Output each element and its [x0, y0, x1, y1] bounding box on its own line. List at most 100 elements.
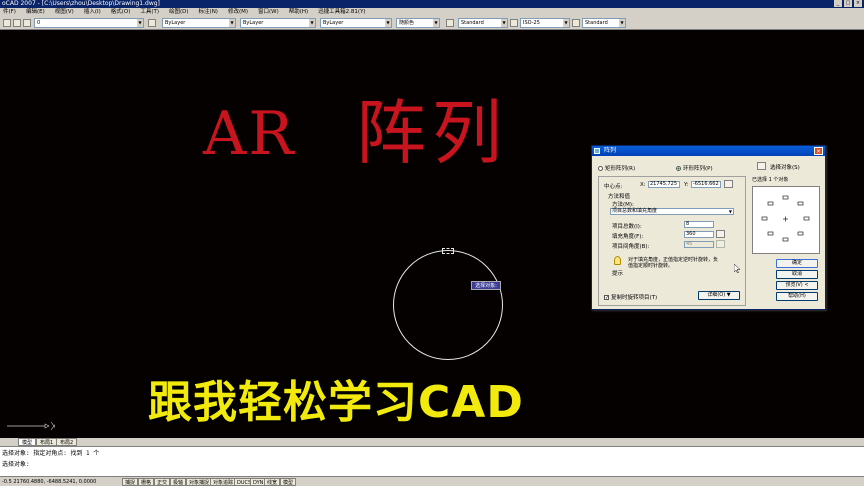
fill-angle-field[interactable]: 360 — [684, 231, 714, 238]
heading-array: 阵列 — [356, 92, 508, 174]
polar-array-radio[interactable]: 环形阵列(P) — [676, 164, 713, 172]
chevron-down-icon: ▼ — [137, 19, 143, 27]
select-objects-icon[interactable] — [757, 162, 766, 170]
pick-between-angle-icon — [716, 240, 725, 248]
chevron-down-icon: ▼ — [229, 19, 235, 27]
model-toggle[interactable]: 模型 — [280, 478, 297, 486]
polar-toggle[interactable]: 极轴 — [170, 478, 187, 486]
tab-layout1[interactable]: 布局1 — [36, 438, 58, 446]
menu-view[interactable]: 视图(V) — [52, 8, 81, 16]
menu-window[interactable]: 窗口(W) — [255, 8, 286, 16]
rect-array-label: 矩形阵列(R) — [605, 166, 636, 172]
center-x-field[interactable]: 21745.725 — [648, 181, 680, 188]
radio-icon — [598, 166, 603, 171]
chevron-down-icon: ▼ — [563, 19, 569, 27]
command-history-line: 选择对象: 指定对角点: 找到 1 个 — [2, 450, 100, 457]
help-button[interactable]: 帮助(H) — [776, 292, 818, 301]
menu-draw[interactable]: 绘图(D) — [166, 8, 196, 16]
selected-object-grip[interactable] — [442, 248, 454, 254]
layer-previous-icon[interactable] — [148, 19, 156, 27]
table-style-icon[interactable] — [572, 19, 580, 27]
fill-angle-label: 填充角度(F): — [612, 234, 644, 240]
menu-dimension[interactable]: 标注(N) — [196, 8, 225, 16]
ucs-icon — [7, 421, 55, 431]
menu-tools[interactable]: 工具(T) — [137, 8, 166, 16]
cursor-tooltip: 选择对象: — [471, 281, 501, 290]
items-field[interactable]: 8 — [684, 221, 714, 228]
osnap-toggle[interactable]: 对象捕捉 — [186, 478, 213, 486]
tab-model[interactable]: 模型 — [18, 438, 37, 446]
chevron-down-icon: ▼ — [728, 209, 732, 214]
method-group-label: 方法和值 — [608, 194, 631, 200]
menu-format[interactable]: 格式(O) — [108, 8, 138, 16]
otrack-toggle[interactable]: 对象追踪 — [210, 478, 237, 486]
between-angle-label: 项目间角度(B): — [612, 244, 650, 250]
close-window-button[interactable]: × — [854, 0, 862, 7]
layer-manager-icon[interactable] — [3, 19, 11, 27]
method-value: 项目总数和填充角度 — [612, 208, 658, 214]
dialog-titlebar: 阵列 × — [592, 146, 825, 156]
radio-checked-icon — [676, 166, 681, 171]
rect-array-radio[interactable]: 矩形阵列(R) — [598, 164, 635, 172]
chevron-down-icon: ▼ — [433, 19, 439, 27]
menu-help[interactable]: 帮助(H) — [286, 8, 315, 16]
command-line[interactable]: 选择对象: 指定对角点: 找到 1 个 选择对象: — [0, 446, 864, 476]
menu-bar: 件(F) 编辑(E) 视图(V) 插入(I) 格式(O) 工具(T) 绘图(D)… — [0, 8, 864, 16]
ortho-toggle[interactable]: 正交 — [154, 478, 171, 486]
method-label: 方法(M): — [612, 202, 634, 208]
hint-text-2: 值指定顺时针旋转。 — [628, 263, 674, 269]
menu-insert[interactable]: 插入(I) — [81, 8, 108, 16]
method-select[interactable]: 项目总数和填充角度 ▼ — [610, 208, 734, 215]
textstyle-value: Standard — [461, 20, 484, 26]
drawn-circle[interactable] — [393, 250, 503, 360]
chevron-down-icon: ▼ — [619, 19, 625, 27]
snap-toggle[interactable]: 捕捉 — [122, 478, 139, 486]
layer-select[interactable]: 0 ▼ — [34, 18, 144, 28]
linetype-select[interactable]: ByLayer ▼ — [240, 18, 316, 28]
dialog-title: 阵列 — [604, 147, 617, 154]
menu-edit[interactable]: 编辑(E) — [23, 8, 52, 16]
mouse-cursor-icon — [734, 264, 740, 273]
array-dialog: 阵列 × 矩形阵列(R) 环形阵列(P) 选择对象(S) 已选择 1 个对象 中… — [591, 145, 826, 310]
rotate-items-checkbox[interactable]: ✓ 复制时旋转项目(T) — [604, 293, 657, 301]
menu-modify[interactable]: 修改(M) — [225, 8, 255, 16]
close-icon[interactable]: × — [814, 147, 823, 155]
sun-icon[interactable] — [23, 19, 31, 27]
dimstyle-select[interactable]: ISO-25 ▼ — [520, 18, 570, 28]
preview-button[interactable]: 预览(V) < — [776, 281, 818, 290]
polar-array-label: 环形阵列(P) — [683, 166, 713, 172]
chevron-down-icon: ▼ — [385, 19, 391, 27]
selected-count: 已选择 1 个对象 — [752, 177, 789, 183]
items-label: 项目总数(I): — [612, 224, 642, 230]
lineweight-select[interactable]: ByLayer ▼ — [320, 18, 392, 28]
linetype-value: ByLayer — [243, 20, 264, 26]
status-bar: -0.5 21760.4880, -6488.5241, 0.0000 捕捉 栅… — [0, 476, 864, 486]
color-select[interactable]: ByLayer ▼ — [162, 18, 236, 28]
maximize-button[interactable]: □ — [844, 0, 852, 7]
pick-fill-angle-icon[interactable] — [716, 230, 725, 238]
tab-layout2[interactable]: 布局2 — [56, 438, 78, 446]
chevron-down-icon: ▼ — [501, 19, 507, 27]
pick-center-icon[interactable] — [724, 180, 733, 188]
ok-button[interactable]: 确定 — [776, 259, 818, 268]
array-icon — [594, 148, 600, 154]
center-y-field[interactable]: -6516.662 — [691, 181, 721, 188]
lineweight-toggle[interactable]: 线宽 — [264, 478, 281, 486]
select-objects-button[interactable]: 选择对象(S) — [770, 163, 800, 171]
details-button[interactable]: 详细(O) ▼ — [698, 291, 740, 300]
menu-file[interactable]: 件(F) — [0, 8, 23, 16]
textstyle-select[interactable]: Standard ▼ — [458, 18, 508, 28]
text-style-icon[interactable] — [446, 19, 454, 27]
lineweight-value: ByLayer — [323, 20, 344, 26]
color-value: ByLayer — [165, 20, 186, 26]
grid-toggle[interactable]: 栅格 — [138, 478, 155, 486]
minimize-button[interactable]: _ — [834, 0, 842, 7]
bulb-icon[interactable] — [13, 19, 21, 27]
cancel-button[interactable]: 取消 — [776, 270, 818, 279]
hint-label: 提示 — [612, 271, 624, 277]
menu-toolbox[interactable]: 迅捷工具箱2.81(Y) — [315, 8, 372, 16]
tablestyle-select[interactable]: Standard ▼ — [582, 18, 626, 28]
heading-ar: AR — [203, 99, 296, 169]
dim-style-icon[interactable] — [510, 19, 518, 27]
plotstyle-select[interactable]: 随颜色 ▼ — [396, 18, 440, 28]
